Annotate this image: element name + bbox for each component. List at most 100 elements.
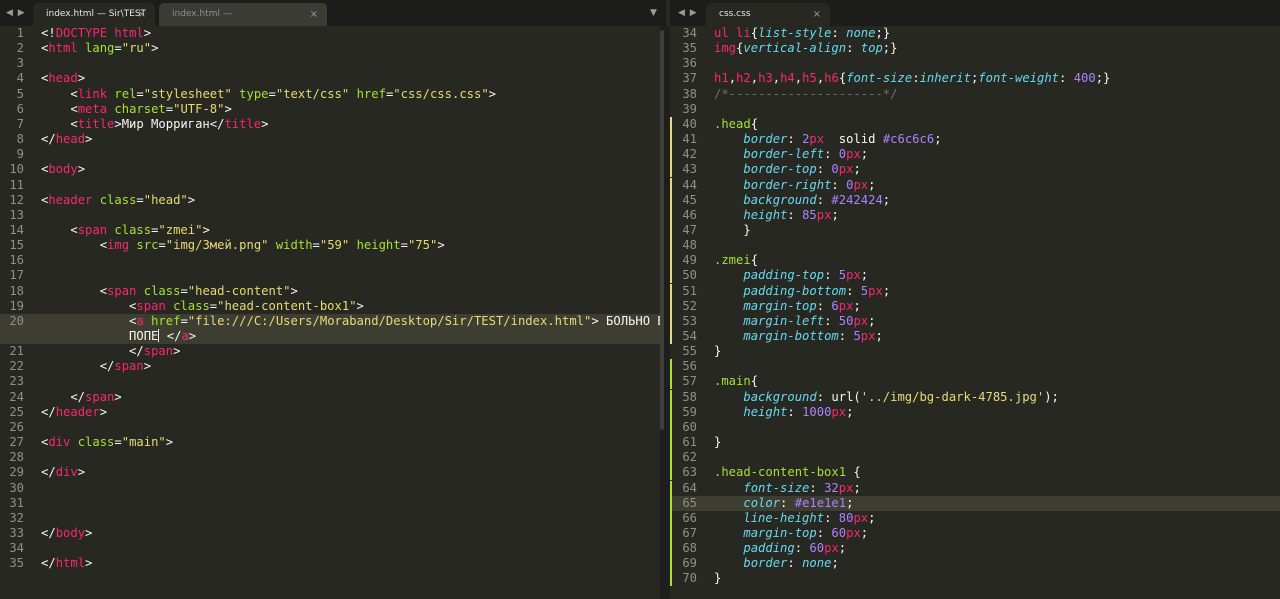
tab-css-css[interactable]: css.css × [706, 3, 830, 26]
code-line[interactable]: 22 </span> [0, 359, 660, 374]
code-line[interactable]: 27 <div class="main"> [0, 435, 660, 450]
code-line[interactable]: 63 .head-content-box1 { [670, 465, 1280, 481]
code-token: html [114, 26, 144, 40]
code-line[interactable]: 56 [670, 359, 1280, 375]
code-token: background [743, 192, 817, 207]
code-line[interactable]: 62 [670, 450, 1280, 466]
line-number: 62 [682, 450, 697, 465]
code-line[interactable]: 20 <a href="file:///C:/Users/Moraband/De… [0, 313, 660, 329]
code-line[interactable]: 52 margin-top: 6px; [670, 298, 1280, 314]
code-line[interactable]: 38 /*---------------------*/ [670, 87, 1280, 102]
code-line[interactable]: 48 [670, 238, 1280, 254]
close-icon[interactable]: × [310, 3, 318, 26]
close-icon[interactable]: × [138, 3, 146, 26]
left-pane-scrollbar[interactable] [660, 30, 664, 430]
code-line[interactable]: 57 .main{ [670, 374, 1280, 390]
code-token: </ [41, 389, 86, 404]
code-line[interactable]: 18 <span class="head-content"> [0, 284, 660, 299]
code-line[interactable]: 32 [0, 511, 660, 526]
code-line[interactable]: 49 .zmei{ [670, 253, 1280, 269]
code-line[interactable]: 59 height: 1000px; [670, 404, 1280, 420]
line-number: 32 [9, 510, 24, 525]
code-line[interactable]: 43 border-top: 0px; [670, 162, 1280, 178]
code-line[interactable]: 41 border: 2px solid #c6c6c6; [670, 132, 1280, 148]
code-line[interactable]: 61} [670, 435, 1280, 451]
code-line[interactable]: 45 background: #242424; [670, 192, 1280, 208]
code-line[interactable]: 33 </body> [0, 526, 660, 541]
code-line[interactable]: 5 <link rel="stylesheet" type="text/css"… [0, 87, 660, 102]
code-line[interactable]: 42 border-left: 0px; [670, 147, 1280, 163]
code-line[interactable]: ПОПЕ </a> [0, 329, 660, 344]
code-line[interactable]: 58 background: url('../img/bg-dark-4785.… [670, 389, 1280, 405]
line-number: 2 [16, 41, 24, 56]
code-line[interactable]: 3 [0, 56, 660, 71]
code-line[interactable]: 53 margin-left: 50px; [670, 313, 1280, 329]
code-line[interactable]: 69 border: none; [670, 556, 1280, 572]
code-line[interactable]: 25 </header> [0, 405, 660, 420]
code-line[interactable]: 13 [0, 208, 660, 223]
code-line[interactable]: 70} [670, 571, 1280, 587]
code-line[interactable]: 4 <head> [0, 71, 660, 86]
code-line[interactable]: 21 </span> [0, 344, 660, 359]
code-line[interactable]: 47 } [670, 222, 1280, 238]
code-line[interactable]: 50 padding-top: 5px; [670, 268, 1280, 284]
code-line[interactable]: 44 border-right: 0px; [670, 177, 1280, 193]
code-line[interactable]: 31 [0, 496, 660, 511]
code-text: padding: 60px; [714, 541, 846, 556]
tab-nav-arrows-icon[interactable]: ◀ ▶ [678, 0, 698, 26]
code-line[interactable]: 40 .head{ [670, 116, 1280, 132]
code-line[interactable]: 12 <header class="head"> [0, 193, 660, 208]
css-editor-pane[interactable]: 34 ul li{list-style: none;} 35 img{vertical… [670, 26, 1280, 599]
code-line[interactable]: 34 ul li{list-style: none;} [670, 26, 1280, 41]
code-line[interactable]: 39 [670, 102, 1280, 117]
html-editor-pane[interactable]: 1 <!DOCTYPE html> 2 <html lang="ru"> 3 4 <head… [0, 26, 660, 599]
code-line[interactable]: 19 <span class="head-content-box1"> [0, 299, 660, 314]
code-line[interactable]: 46 height: 85px; [670, 207, 1280, 223]
code-token: : [816, 525, 832, 540]
code-line[interactable]: 66 line-height: 80px; [670, 510, 1280, 526]
code-line[interactable]: 10 <body> [0, 162, 660, 177]
code-token: margin-top [743, 525, 817, 540]
tab-index-html-htmltags[interactable]: index.html — htmltags_3\htmltags_3 × [159, 3, 327, 42]
code-line[interactable]: 2 <html lang="ru"> [0, 41, 660, 56]
code-line[interactable]: 34 [0, 541, 660, 556]
code-line[interactable]: 54 margin-bottom: 5px; [670, 329, 1280, 344]
code-line[interactable]: 51 padding-bottom: 5px; [670, 283, 1280, 299]
code-line[interactable]: 60 [670, 419, 1280, 435]
code-line[interactable]: 64 font-size: 32px; [670, 480, 1280, 496]
code-line[interactable]: 24 </span> [0, 390, 660, 405]
tab-nav-arrows-icon[interactable]: ◀ ▶ [6, 0, 26, 26]
line-number: 49 [682, 253, 697, 268]
code-line[interactable]: 6 <meta charset="UTF-8"> [0, 102, 660, 117]
code-line[interactable]: 67 margin-top: 60px; [670, 525, 1280, 541]
code-token: padding-top [743, 268, 825, 283]
code-line[interactable]: 9 [0, 147, 660, 162]
code-line[interactable]: 11 [0, 178, 660, 193]
line-number: 33 [9, 525, 24, 540]
code-line[interactable]: 15 <img src="img/Змей.png" width="59" he… [0, 238, 660, 253]
code-line[interactable]: 55} [670, 344, 1280, 359]
code-line[interactable]: 28 [0, 450, 660, 465]
code-line[interactable]: 29 </div> [0, 465, 660, 480]
code-line[interactable]: 30 [0, 481, 660, 496]
code-line[interactable]: 37 h1,h2,h3,h4,h5,h6{font-size:inherit;fo… [670, 71, 1280, 86]
code-line[interactable]: 17 [0, 268, 660, 283]
code-line[interactable]: 8 </head> [0, 132, 660, 147]
code-line[interactable]: 65 color: #e1e1e1; [670, 495, 1280, 511]
code-line[interactable]: 26 [0, 420, 660, 435]
code-text: } [714, 571, 721, 586]
code-line[interactable]: 35 img{vertical-align: top;} [670, 41, 1280, 56]
code-line[interactable]: 16 [0, 253, 660, 268]
code-line[interactable]: 35 </html> [0, 556, 660, 571]
code-line[interactable]: 7 <title>Мир Морриган</title> [0, 117, 660, 132]
code-text: ПОПЕ </a> [41, 329, 196, 344]
tab-index-html-sir-test[interactable]: index.html — Sir\TEST × [33, 3, 155, 26]
code-line[interactable]: 1 <!DOCTYPE html> [0, 26, 660, 41]
tab-menu-dropdown-icon[interactable]: ▼ [650, 0, 657, 26]
code-line[interactable]: 23 [0, 374, 660, 389]
code-line[interactable]: 36 [670, 56, 1280, 71]
close-icon[interactable]: × [813, 3, 821, 26]
code-line[interactable]: 14 <span class="zmei"> [0, 223, 660, 238]
code-line[interactable]: 68 padding: 60px; [670, 541, 1280, 557]
